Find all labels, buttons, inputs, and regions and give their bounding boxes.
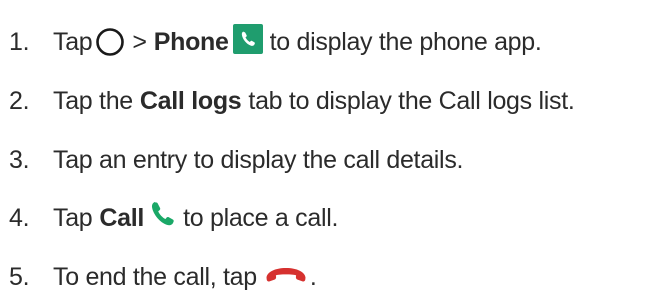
call-icon <box>150 200 176 228</box>
step-number: 1. <box>9 27 30 56</box>
step-text: To end the call, tap <box>53 262 257 291</box>
home-circle-icon <box>95 27 125 57</box>
step-3: 3. Tap an entry to display the call deta… <box>9 140 463 180</box>
step-5: 5. To end the call, tap . <box>9 257 317 297</box>
step-text: Tap an entry to display the call details… <box>53 145 464 174</box>
step-text: > <box>132 27 147 56</box>
step-text: to place a call. <box>183 203 339 232</box>
step-1: 1. Tap > Phone to display the phone app. <box>9 22 542 62</box>
step-text: . <box>309 262 317 291</box>
step-number: 5. <box>9 262 30 291</box>
step-4: 4. Tap Call to place a call. <box>9 198 338 238</box>
step-text: to display the phone app. <box>269 27 542 56</box>
step-number: 3. <box>9 145 30 174</box>
step-text-bold: Call logs <box>139 86 242 115</box>
phone-app-icon <box>232 24 263 54</box>
step-text-bold: Call <box>99 203 145 232</box>
step-text: tab to display the Call logs list. <box>248 86 575 115</box>
step-number: 4. <box>9 203 30 232</box>
instruction-steps: 1. Tap > Phone to display the phone app.… <box>0 0 659 303</box>
step-number: 2. <box>9 86 30 115</box>
step-text-bold: Phone <box>153 27 229 56</box>
step-text: Tap <box>53 27 93 56</box>
end-call-icon <box>264 266 308 284</box>
step-text: Tap <box>53 203 93 232</box>
step-2: 2. Tap the Call logs tab to display the … <box>9 81 575 121</box>
step-text: Tap the <box>53 86 133 115</box>
